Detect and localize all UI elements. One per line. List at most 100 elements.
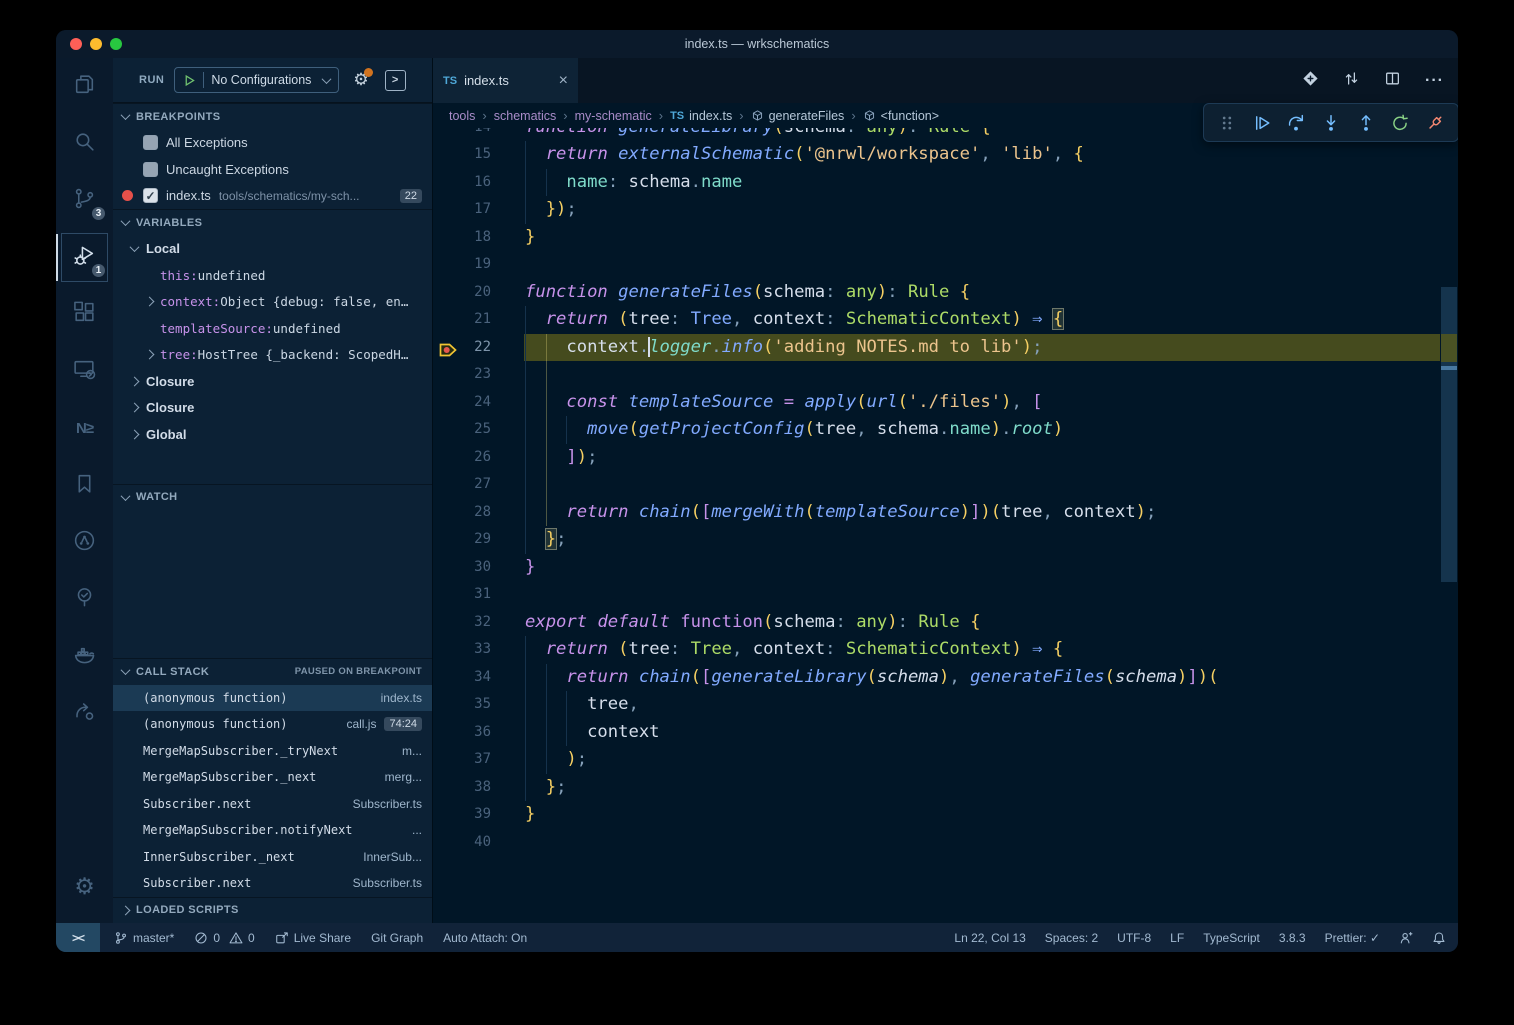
status-language[interactable]: TypeScript — [1203, 931, 1260, 945]
launch-configuration-dropdown[interactable]: No Configurations — [174, 67, 339, 93]
code-line-27[interactable]: 27 — [433, 471, 1458, 499]
code-line-17[interactable]: 17 }); — [433, 196, 1458, 224]
editor-scrollbar[interactable] — [1440, 58, 1458, 923]
section-header-watch[interactable]: WATCH — [113, 484, 432, 511]
call-stack-frame[interactable]: InnerSubscriber._nextInnerSub... — [113, 844, 432, 871]
section-header-breakpoints[interactable]: BREAKPOINTS — [113, 103, 432, 130]
call-stack-frame[interactable]: (anonymous function)call.js74:24 — [113, 711, 432, 738]
status-prettier[interactable]: Prettier: ✓ — [1325, 931, 1380, 945]
scope-row[interactable]: Closure — [113, 395, 432, 422]
section-header-loaded-scripts[interactable]: LOADED SCRIPTS — [113, 897, 432, 924]
code-line-34[interactable]: 34 return chain([generateLibrary(schema)… — [433, 664, 1458, 692]
close-tab-icon[interactable]: × — [559, 73, 568, 89]
status-auto-attach[interactable]: Auto Attach: On — [443, 931, 527, 945]
status-warnings[interactable]: 0 — [229, 931, 255, 945]
variable-row[interactable]: context: Object {debug: false, en… — [113, 289, 432, 316]
status-encoding[interactable]: UTF-8 — [1117, 931, 1151, 945]
breadcrumb-item-tools[interactable]: tools — [449, 109, 475, 123]
code-line-36[interactable]: 36 context — [433, 719, 1458, 747]
status-live-share[interactable]: Live Share — [275, 931, 351, 945]
status-indentation[interactable]: Spaces: 2 — [1045, 931, 1098, 945]
breakpoint-row[interactable]: All Exceptions — [113, 130, 432, 157]
code-line-24[interactable]: 24 const templateSource = apply(url('./f… — [433, 389, 1458, 417]
variable-row[interactable]: tree: HostTree {_backend: ScopedH… — [113, 342, 432, 369]
status-ts-version[interactable]: 3.8.3 — [1279, 931, 1306, 945]
call-stack-frame[interactable]: Subscriber.nextSubscriber.ts — [113, 870, 432, 897]
section-header-variables[interactable]: VARIABLES — [113, 209, 432, 236]
call-stack-frame[interactable]: Subscriber.nextSubscriber.ts — [113, 791, 432, 818]
checkbox-unchecked[interactable] — [143, 135, 158, 150]
checkbox-unchecked[interactable] — [143, 162, 158, 177]
scrollbar-slider[interactable] — [1441, 287, 1457, 582]
activity-item-nx-console[interactable]: N≥ — [56, 400, 113, 457]
title-bar[interactable]: index.ts — wrkschematics — [56, 30, 1458, 58]
manage-gear-icon[interactable]: ⚙ — [56, 858, 113, 915]
tab-index-ts[interactable]: TS index.ts × — [433, 58, 578, 103]
status-cursor-position[interactable]: Ln 22, Col 13 — [954, 931, 1025, 945]
checkbox-checked[interactable]: ✓ — [143, 188, 158, 203]
configuration-value[interactable]: No Configurations — [211, 73, 316, 87]
activity-item-explorer[interactable] — [56, 58, 113, 115]
activity-item-live-share[interactable] — [56, 685, 113, 742]
breadcrumb-item-function[interactable]: <function> — [863, 109, 939, 123]
scope-row[interactable]: Local — [113, 236, 432, 263]
step-out-icon[interactable] — [1353, 110, 1379, 136]
step-into-icon[interactable] — [1318, 110, 1344, 136]
breakpoint-row[interactable]: Uncaught Exceptions — [113, 156, 432, 183]
restart-icon[interactable] — [1387, 110, 1413, 136]
call-stack-frame[interactable]: (anonymous function)index.ts — [113, 685, 432, 712]
activity-item-search[interactable] — [56, 115, 113, 172]
call-stack-frame[interactable]: MergeMapSubscriber._tryNextm... — [113, 738, 432, 765]
code-line-37[interactable]: 37 ); — [433, 746, 1458, 774]
section-header-call-stack[interactable]: CALL STACKPAUSED ON BREAKPOINT — [113, 658, 432, 685]
activity-item-source-control[interactable]: 3 — [56, 172, 113, 229]
code-line-20[interactable]: 20function generateFiles(schema: any): R… — [433, 279, 1458, 307]
call-stack-frame[interactable]: MergeMapSubscriber._nextmerg... — [113, 764, 432, 791]
code-line-33[interactable]: 33 return (tree: Tree, context: Schemati… — [433, 636, 1458, 664]
code-line-22[interactable]: 22 context.logger.info('adding NOTES.md … — [433, 334, 1458, 362]
call-stack-frame[interactable]: MergeMapSubscriber.notifyNext... — [113, 817, 432, 844]
scope-row[interactable]: Closure — [113, 368, 432, 395]
code-line-30[interactable]: 30} — [433, 554, 1458, 582]
remote-indicator[interactable]: >< — [56, 923, 100, 952]
code-line-29[interactable]: 29 }; — [433, 526, 1458, 554]
code-line-38[interactable]: 38 }; — [433, 774, 1458, 802]
disconnect-icon[interactable] — [1422, 110, 1448, 136]
code-line-15[interactable]: 15 return externalSchematic('@nrwl/works… — [433, 141, 1458, 169]
activity-item-git-history[interactable] — [56, 514, 113, 571]
status-branch[interactable]: master* — [114, 931, 174, 945]
code-line-19[interactable]: 19 — [433, 251, 1458, 279]
scope-row[interactable]: Global — [113, 421, 432, 448]
split-icon[interactable] — [1384, 70, 1401, 92]
step-over-icon[interactable] — [1283, 110, 1309, 136]
code-line-23[interactable]: 23 — [433, 361, 1458, 389]
code-line-16[interactable]: 16 name: schema.name — [433, 169, 1458, 197]
code-line-39[interactable]: 39} — [433, 801, 1458, 829]
code-line-18[interactable]: 18} — [433, 224, 1458, 252]
start-debugging-icon[interactable] — [183, 74, 196, 87]
breakpoint-row[interactable]: ✓index.tstools/schematics/my-sch...22 — [113, 183, 432, 210]
activity-item-docker[interactable] — [56, 628, 113, 685]
breadcrumb-item-myschematic[interactable]: my-schematic — [575, 109, 652, 123]
breadcrumb-item-schematics[interactable]: schematics — [494, 109, 557, 123]
code-line-25[interactable]: 25 move(getProjectConfig(tree, schema.na… — [433, 416, 1458, 444]
swap-arrows-icon[interactable] — [1343, 70, 1360, 92]
code-line-31[interactable]: 31 — [433, 581, 1458, 609]
activity-item-remote-explorer[interactable] — [56, 343, 113, 400]
status-errors[interactable]: 0 — [194, 931, 220, 945]
activity-item-run-debug[interactable]: 1 — [56, 229, 113, 286]
status-git-graph[interactable]: Git Graph — [371, 931, 423, 945]
status-feedback[interactable] — [1399, 931, 1413, 945]
debug-console-button[interactable]: > — [385, 70, 406, 91]
code-line-28[interactable]: 28 return chain([mergeWith(templateSourc… — [433, 499, 1458, 527]
configure-gear-icon[interactable]: ⚙ — [353, 70, 368, 90]
code-line-35[interactable]: 35 tree, — [433, 691, 1458, 719]
activity-item-testing[interactable] — [56, 571, 113, 628]
variable-row[interactable]: this: undefined — [113, 262, 432, 289]
status-notifications[interactable] — [1432, 931, 1446, 945]
continue-icon[interactable] — [1249, 110, 1275, 136]
ellipsis-icon[interactable]: ··· — [1425, 72, 1444, 90]
code-line-32[interactable]: 32export default function(schema: any): … — [433, 609, 1458, 637]
activity-item-bookmarks[interactable] — [56, 457, 113, 514]
code-line-21[interactable]: 21 return (tree: Tree, context: Schemati… — [433, 306, 1458, 334]
